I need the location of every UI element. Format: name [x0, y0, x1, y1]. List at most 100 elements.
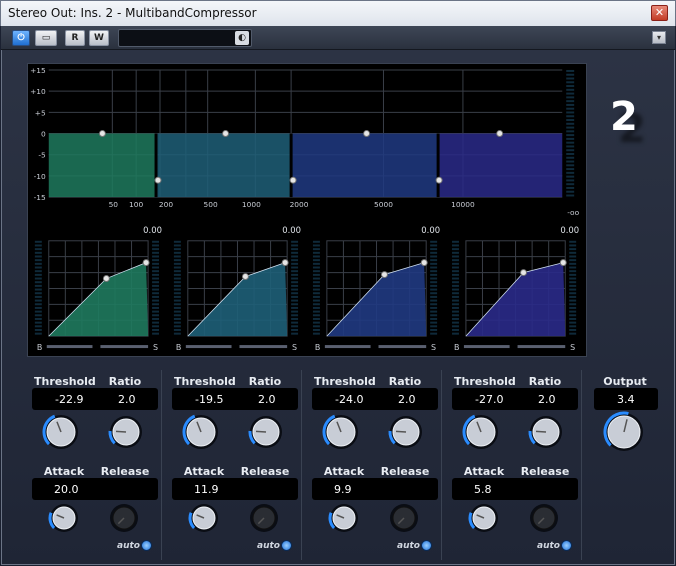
graph-output-meter: [152, 259, 160, 262]
bypass-button[interactable]: ▭: [35, 30, 57, 46]
threshold-knob[interactable]: [322, 413, 360, 451]
threshold-value[interactable]: -27.0: [475, 393, 503, 406]
graph-input-meter: [452, 310, 459, 313]
band-gain-handle[interactable]: [98, 130, 106, 137]
graph-input-meter: [173, 332, 181, 335]
bypass-icon: ▭: [41, 33, 51, 43]
graph-input-meter: [173, 281, 181, 284]
options-menu-button[interactable]: ▾: [652, 31, 666, 44]
crossover-handle[interactable]: [154, 176, 162, 184]
graph-output-meter: [430, 277, 438, 280]
sidechain-slider-left[interactable]: [46, 345, 93, 349]
ratio-knob[interactable]: [248, 414, 284, 450]
write-automation-button[interactable]: W: [89, 30, 109, 46]
x-tick-label: 1000: [242, 200, 261, 209]
attack-label: Attack: [183, 465, 225, 478]
ratio-handle[interactable]: [142, 259, 150, 267]
sidechain-slider-right[interactable]: [517, 345, 566, 349]
sidechain-slider-handle[interactable]: [374, 342, 378, 352]
meter-scale-label: -oo: [567, 208, 579, 217]
ratio-label: Ratio: [108, 375, 142, 388]
attack-value[interactable]: 5.8: [474, 483, 492, 496]
preset-field[interactable]: ◐: [118, 29, 252, 47]
graph-output-meter: [430, 259, 438, 262]
sidechain-slider-right[interactable]: [378, 345, 427, 349]
threshold-value[interactable]: -24.0: [335, 393, 363, 406]
auto-release-button[interactable]: [421, 540, 432, 551]
close-button[interactable]: ✕: [651, 5, 668, 21]
attack-label: Attack: [323, 465, 365, 478]
graph-input-meter: [34, 284, 42, 287]
graph-output-meter: [430, 303, 438, 306]
graph-input-meter: [452, 295, 459, 298]
auto-release-button[interactable]: [561, 540, 572, 551]
auto-release-label: auto: [257, 541, 280, 551]
graph-input-meter: [452, 288, 459, 291]
graph-input-meter: [173, 273, 181, 276]
threshold-knob[interactable]: [42, 413, 80, 451]
threshold-value[interactable]: -19.5: [195, 393, 223, 406]
graph-input-meter: [173, 248, 181, 251]
attack-value[interactable]: 11.9: [194, 483, 219, 496]
band-separator[interactable]: [154, 133, 158, 198]
threshold-knob[interactable]: [182, 413, 220, 451]
band-separator[interactable]: [289, 133, 293, 198]
threshold-handle[interactable]: [102, 275, 110, 283]
preset-menu-icon[interactable]: ◐: [235, 31, 249, 45]
crossover-handle[interactable]: [435, 176, 443, 184]
read-automation-button[interactable]: R: [65, 30, 85, 46]
sidechain-slider-handle[interactable]: [96, 342, 100, 352]
crossover-handle[interactable]: [289, 176, 297, 184]
auto-release-button[interactable]: [281, 540, 292, 551]
release-knob[interactable]: [248, 502, 280, 534]
graph-output-meter: [152, 277, 160, 280]
ratio-knob[interactable]: [108, 414, 144, 450]
graph-gain-value: 0.00: [282, 225, 301, 235]
output-value[interactable]: 3.4: [617, 393, 635, 406]
graph-output-meter: [152, 270, 160, 273]
ratio-handle[interactable]: [281, 259, 289, 267]
sidechain-slider-handle[interactable]: [235, 342, 239, 352]
threshold-knob[interactable]: [462, 413, 500, 451]
band-gain-handle[interactable]: [496, 130, 504, 137]
sidechain-slider-left[interactable]: [463, 345, 510, 349]
graph-output-meter: [152, 310, 160, 313]
graph-output-meter: [152, 284, 160, 287]
ratio-value[interactable]: 2.0: [538, 393, 556, 406]
x-tick-label: 5000: [374, 200, 393, 209]
ratio-knob[interactable]: [528, 414, 564, 450]
release-knob[interactable]: [108, 502, 140, 534]
release-knob[interactable]: [528, 502, 560, 534]
auto-release-button[interactable]: [141, 540, 152, 551]
output-knob[interactable]: [603, 411, 645, 453]
sidechain-slider-right[interactable]: [239, 345, 288, 349]
ratio-handle[interactable]: [420, 259, 428, 267]
power-button[interactable]: ⏻: [12, 30, 30, 46]
attack-value[interactable]: 9.9: [334, 483, 352, 496]
meter-segment: [566, 137, 575, 140]
graph-output-meter: [291, 240, 299, 243]
attack-knob[interactable]: [48, 502, 80, 534]
band-gain-handle[interactable]: [363, 130, 371, 137]
attack-knob[interactable]: [188, 502, 220, 534]
threshold-handle[interactable]: [380, 271, 388, 279]
threshold-value[interactable]: -22.9: [55, 393, 83, 406]
threshold-handle[interactable]: [241, 273, 249, 281]
ratio-knob[interactable]: [388, 414, 424, 450]
attack-knob[interactable]: [468, 502, 500, 534]
ratio-value[interactable]: 2.0: [258, 393, 276, 406]
release-knob[interactable]: [388, 502, 420, 534]
sidechain-slider-left[interactable]: [324, 345, 371, 349]
sidechain-slider-right[interactable]: [100, 345, 149, 349]
ratio-value[interactable]: 2.0: [118, 393, 136, 406]
threshold-handle[interactable]: [520, 269, 527, 277]
ratio-value[interactable]: 2.0: [398, 393, 416, 406]
ratio-handle[interactable]: [559, 259, 567, 267]
band-separator[interactable]: [436, 133, 440, 198]
band-gain-handle[interactable]: [222, 130, 230, 137]
attack-knob[interactable]: [328, 502, 360, 534]
graph-input-meter: [34, 299, 42, 302]
sidechain-slider-left[interactable]: [185, 345, 232, 349]
sidechain-slider-handle[interactable]: [513, 342, 517, 352]
attack-value[interactable]: 20.0: [54, 483, 79, 496]
